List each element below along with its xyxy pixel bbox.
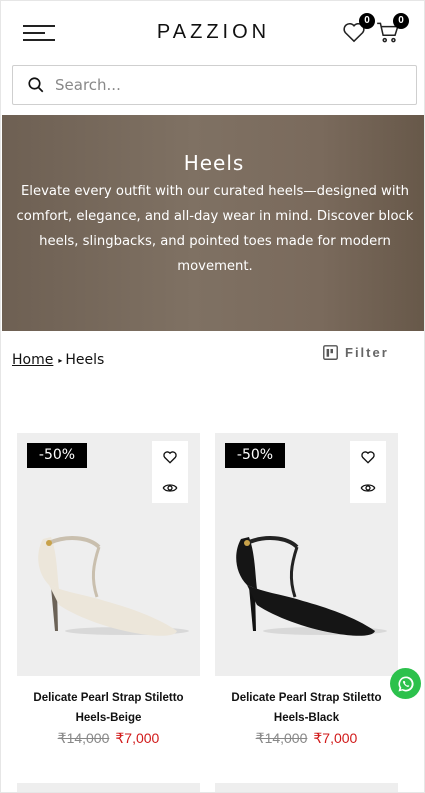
filter-label: Filter: [345, 345, 389, 360]
product-name[interactable]: Delicate Pearl Strap Stiletto Heels-Beig…: [17, 688, 200, 728]
add-to-wishlist-button[interactable]: [350, 441, 386, 472]
product-price: ₹14,000 ₹7,000: [215, 730, 398, 747]
breadcrumb: Home ▸ Heels: [12, 352, 104, 368]
add-to-wishlist-button[interactable]: [152, 441, 188, 472]
eye-icon: [360, 483, 376, 492]
menu-icon[interactable]: [23, 25, 57, 43]
product-card-next: [215, 783, 398, 792]
product-card-next: [17, 783, 200, 792]
product-name[interactable]: Delicate Pearl Strap Stiletto Heels-Blac…: [215, 688, 398, 728]
breadcrumb-separator-icon: ▸: [58, 355, 63, 365]
product-price: ₹14,000 ₹7,000: [17, 730, 200, 747]
product-actions: [350, 441, 386, 503]
product-image[interactable]: -50%: [215, 433, 398, 676]
page: PAZZION 0 0 Heels Elevate every outfit w…: [0, 0, 425, 793]
whatsapp-chat-button[interactable]: [390, 668, 421, 699]
wishlist-count-badge: 0: [359, 13, 375, 29]
eye-icon: [162, 483, 178, 492]
search-input[interactable]: [55, 76, 375, 94]
heart-icon: [361, 450, 375, 464]
cart-button[interactable]: 0: [375, 13, 409, 47]
filter-icon: [323, 345, 338, 360]
original-price: ₹14,000: [57, 730, 110, 746]
original-price: ₹14,000: [255, 730, 308, 746]
product-image[interactable]: -50%: [17, 433, 200, 676]
wishlist-button[interactable]: 0: [341, 13, 375, 47]
sale-price: ₹7,000: [313, 730, 358, 746]
filter-button[interactable]: Filter: [322, 344, 389, 361]
discount-badge: -50%: [27, 443, 87, 468]
quick-view-button[interactable]: [152, 472, 188, 503]
sale-price: ₹7,000: [115, 730, 160, 746]
discount-badge: -50%: [225, 443, 285, 468]
whatsapp-icon: [397, 675, 414, 691]
category-title: Heels: [183, 151, 245, 175]
search-bar: [12, 65, 417, 105]
shoe-image: [38, 536, 189, 636]
product-actions: [152, 441, 188, 503]
quick-view-button[interactable]: [350, 472, 386, 503]
shoe-image: [236, 536, 387, 636]
product-card[interactable]: -50% Delicate Pearl Strap Stiletto Heels…: [215, 433, 398, 747]
cart-count-badge: 0: [393, 13, 409, 29]
breadcrumb-home-link[interactable]: Home: [12, 352, 53, 368]
breadcrumb-current: Heels: [65, 352, 105, 368]
category-hero-banner: Heels Elevate every outfit with our cura…: [2, 115, 424, 331]
search-icon[interactable]: [27, 76, 45, 94]
category-description: Elevate every outfit with our curated he…: [16, 184, 414, 274]
product-card[interactable]: -50% Delicate Pearl Strap Stiletto Heels…: [17, 433, 200, 747]
top-header: PAZZION 0 0: [1, 1, 424, 63]
heart-icon: [163, 450, 177, 464]
